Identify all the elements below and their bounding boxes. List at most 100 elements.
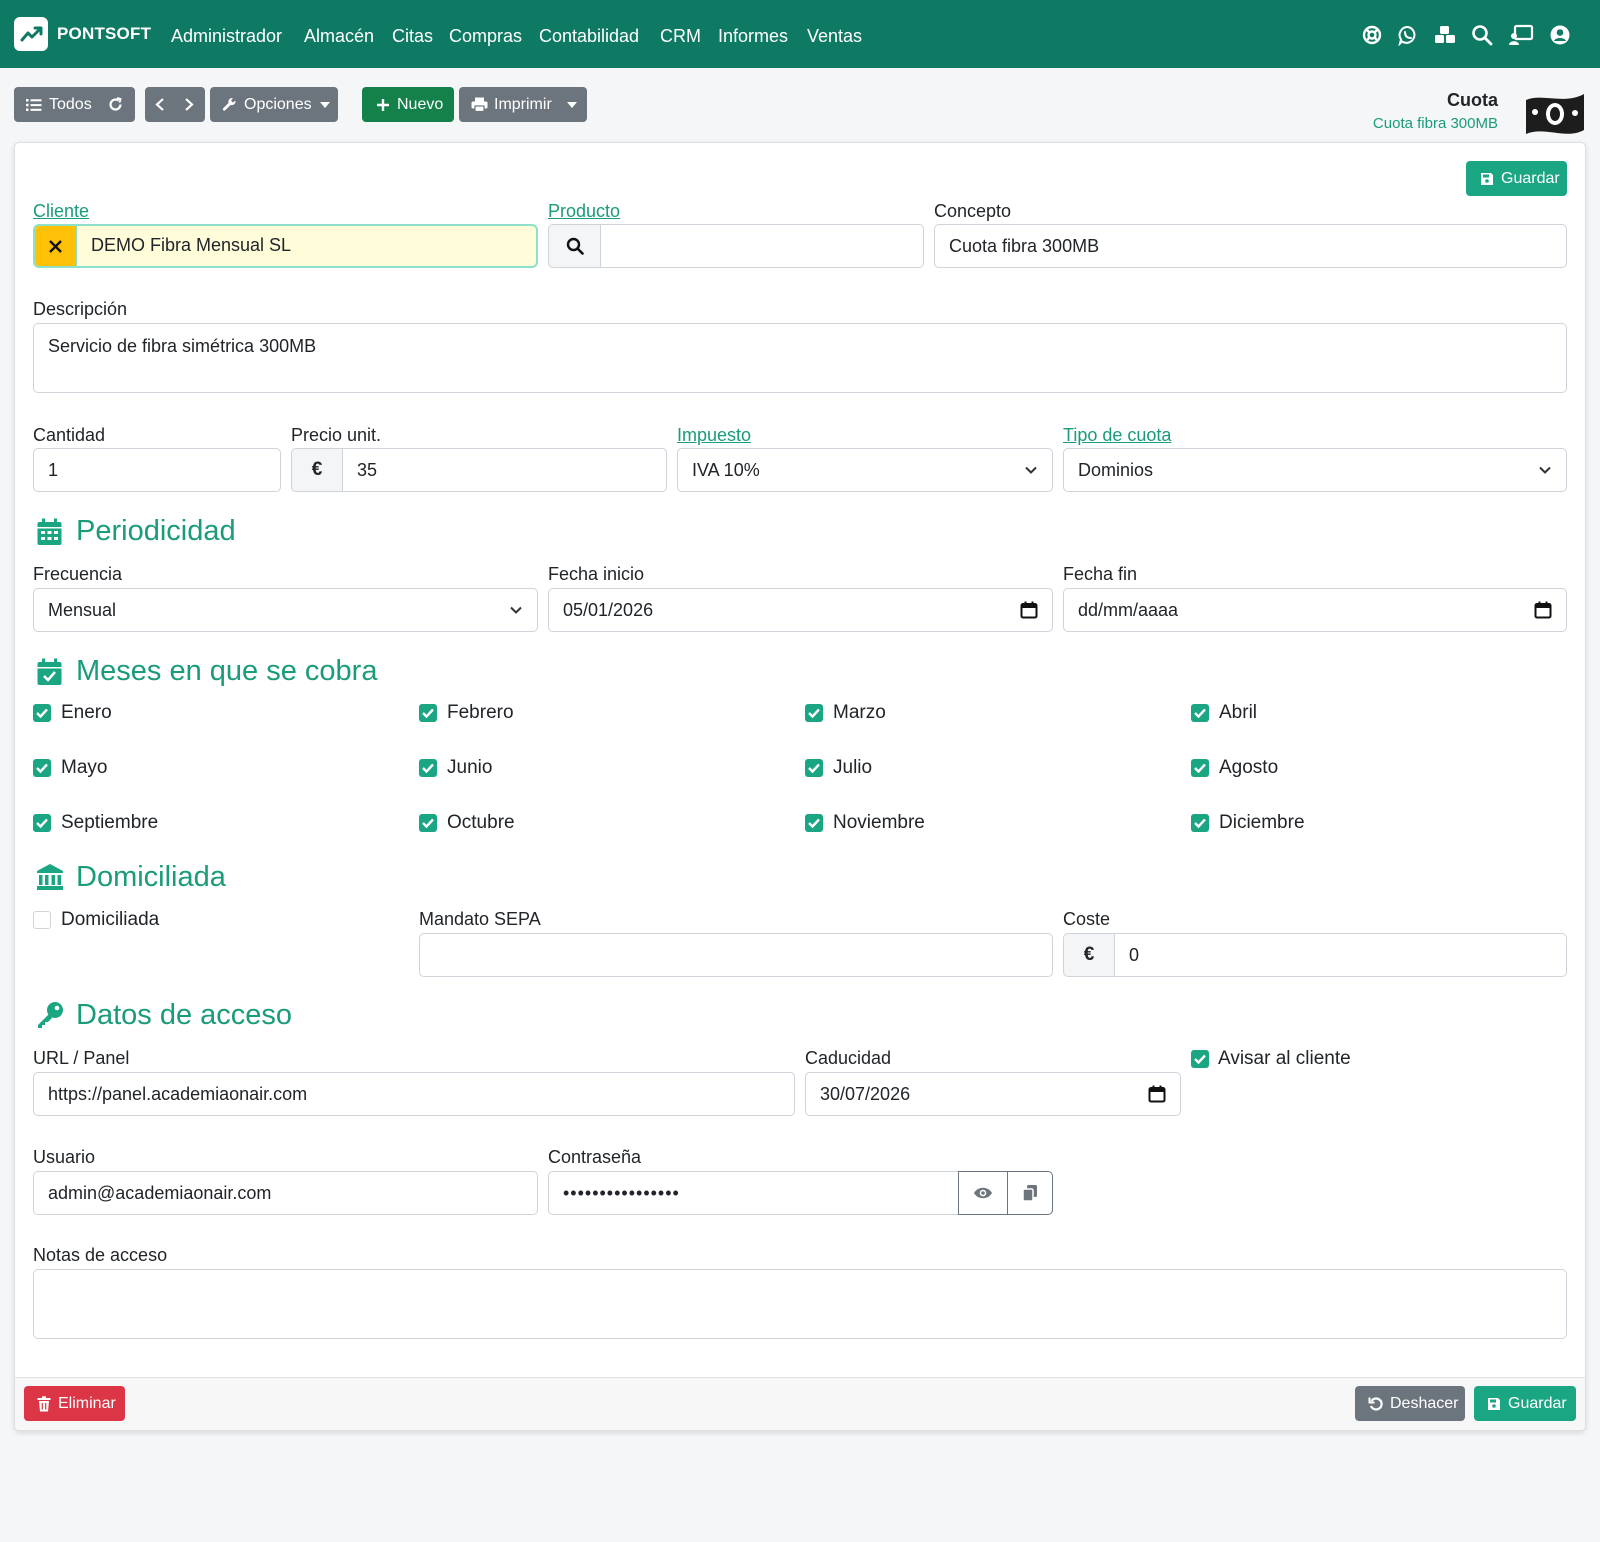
- month-checkbox[interactable]: [33, 759, 51, 777]
- month-label: Diciembre: [1219, 812, 1305, 833]
- mandato-input[interactable]: [419, 933, 1053, 977]
- search-icon[interactable]: [1471, 24, 1493, 46]
- nav-arrows-group: [145, 87, 205, 122]
- frecuencia-select[interactable]: Mensual: [33, 588, 538, 632]
- card-footer: [15, 1377, 1585, 1430]
- coste-input[interactable]: 0: [1114, 933, 1567, 977]
- guardar-button[interactable]: Guardar: [1474, 1386, 1576, 1421]
- frecuencia-label: Frecuencia: [33, 564, 123, 584]
- producto-label[interactable]: Producto: [548, 201, 620, 222]
- nav-item-administrador[interactable]: Administrador: [171, 26, 282, 47]
- month-checkbox[interactable]: [805, 704, 823, 722]
- month-label: Octubre: [447, 812, 515, 833]
- check-icon: [1194, 708, 1206, 719]
- usuario-input[interactable]: admin@academiaonair.com: [33, 1171, 538, 1215]
- search-icon: [566, 237, 584, 255]
- month-checkbox[interactable]: [33, 814, 51, 832]
- concepto-input[interactable]: Cuota fibra 300MB: [934, 224, 1567, 268]
- url-input[interactable]: https://panel.academiaonair.com: [33, 1072, 795, 1116]
- cantidad-label: Cantidad: [33, 425, 106, 445]
- check-icon: [422, 708, 434, 719]
- deshacer-button[interactable]: Deshacer: [1355, 1386, 1465, 1421]
- eliminar-label: Eliminar: [58, 1394, 116, 1412]
- month-checkbox[interactable]: [1191, 814, 1209, 832]
- mandato-label: Mandato SEPA: [419, 909, 541, 929]
- copy-password-button[interactable]: [1007, 1171, 1053, 1215]
- money-bill-icon: [1526, 94, 1584, 134]
- record-type-title: Cuota: [1447, 90, 1498, 110]
- todos-label: Todos: [49, 95, 92, 113]
- cliente-input[interactable]: DEMO Fibra Mensual SL: [91, 235, 291, 256]
- month-checkbox[interactable]: [805, 759, 823, 777]
- opciones-button[interactable]: Opciones: [210, 87, 338, 122]
- todos-button[interactable]: Todos: [14, 87, 135, 122]
- save-icon: [1481, 172, 1493, 185]
- month-label: Abril: [1219, 702, 1258, 723]
- tipo-cuota-select[interactable]: Dominios: [1063, 448, 1567, 492]
- month-checkbox[interactable]: [805, 814, 823, 832]
- clear-cliente-button[interactable]: [35, 226, 76, 266]
- nuevo-button[interactable]: Nuevo: [362, 87, 454, 122]
- password-input[interactable]: ••••••••••••••••: [548, 1171, 959, 1215]
- month-label: Noviembre: [833, 812, 925, 833]
- support-icon[interactable]: [1361, 24, 1383, 46]
- show-password-button[interactable]: [958, 1171, 1008, 1215]
- screen-user-icon[interactable]: [1508, 24, 1534, 46]
- impuesto-select[interactable]: IVA 10%: [677, 448, 1053, 492]
- month-checkbox[interactable]: [1191, 759, 1209, 777]
- nav-item-crm[interactable]: CRM: [660, 26, 701, 47]
- month-checkbox[interactable]: [419, 704, 437, 722]
- eliminar-button[interactable]: Eliminar: [24, 1386, 125, 1421]
- producto-input[interactable]: [600, 224, 924, 268]
- nav-item-citas[interactable]: Citas: [392, 26, 433, 47]
- nav-item-compras[interactable]: Compras: [449, 26, 522, 47]
- brand-name[interactable]: PONTSOFT: [57, 24, 151, 44]
- impuesto-label[interactable]: Impuesto: [677, 425, 751, 446]
- tipo-cuota-label[interactable]: Tipo de cuota: [1063, 425, 1171, 446]
- whatsapp-icon[interactable]: [1397, 24, 1419, 46]
- date-picker-icon[interactable]: [1148, 1085, 1166, 1103]
- frecuencia-value: Mensual: [48, 599, 117, 620]
- fecha-fin-input[interactable]: dd/mm/aaaa: [1063, 588, 1567, 632]
- nav-item-ventas[interactable]: Ventas: [807, 26, 862, 47]
- opciones-label: Opciones: [244, 95, 312, 113]
- modules-icon[interactable]: [1433, 24, 1457, 46]
- notas-label: Notas de acceso: [33, 1245, 168, 1265]
- date-picker-icon[interactable]: [1534, 601, 1552, 619]
- chevron-right-icon[interactable]: [183, 97, 195, 112]
- caducidad-label: Caducidad: [805, 1048, 892, 1068]
- chevron-left-icon[interactable]: [154, 97, 166, 112]
- producto-search-button[interactable]: [548, 224, 601, 268]
- nav-item-contabilidad[interactable]: Contabilidad: [539, 26, 639, 47]
- user-icon[interactable]: [1549, 24, 1571, 46]
- cliente-label[interactable]: Cliente: [33, 201, 89, 222]
- precio-input[interactable]: 35: [342, 448, 667, 492]
- fecha-inicio-input[interactable]: 05/01/2026: [548, 588, 1053, 632]
- fecha-inicio-value: 05/01/2026: [563, 599, 654, 620]
- bank-icon: [37, 864, 63, 890]
- month-checkbox[interactable]: [419, 759, 437, 777]
- check-icon: [808, 763, 820, 774]
- precio-label: Precio unit.: [291, 425, 382, 445]
- notas-textarea[interactable]: [33, 1269, 1567, 1339]
- caducidad-input[interactable]: 30/07/2026: [805, 1072, 1181, 1116]
- concepto-label: Concepto: [934, 201, 1012, 221]
- date-picker-icon[interactable]: [1020, 601, 1038, 619]
- cantidad-input[interactable]: 1: [33, 448, 281, 492]
- guardar-top-button[interactable]: Guardar: [1466, 161, 1567, 196]
- calendar-check-icon: [37, 658, 62, 685]
- imprimir-dropdown-icon[interactable]: [567, 102, 577, 108]
- brand-logo-icon[interactable]: [14, 17, 48, 51]
- month-checkbox[interactable]: [1191, 704, 1209, 722]
- acceso-heading: Datos de acceso: [76, 999, 293, 1031]
- descripcion-label: Descripción: [33, 299, 128, 319]
- refresh-icon[interactable]: [108, 97, 123, 112]
- nav-item-almacen[interactable]: Almacén: [304, 26, 374, 47]
- domiciliada-checkbox[interactable]: [33, 911, 51, 929]
- nav-item-informes[interactable]: Informes: [718, 26, 788, 47]
- month-checkbox[interactable]: [419, 814, 437, 832]
- descripcion-textarea[interactable]: Servicio de fibra simétrica 300MB: [33, 323, 1567, 393]
- imprimir-button[interactable]: Imprimir: [459, 87, 587, 122]
- avisar-checkbox[interactable]: [1191, 1050, 1209, 1068]
- month-checkbox[interactable]: [33, 704, 51, 722]
